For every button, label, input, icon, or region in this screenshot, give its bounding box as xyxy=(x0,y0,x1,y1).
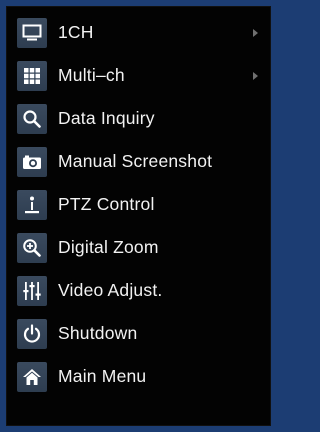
sliders-icon xyxy=(17,275,47,306)
menu-item-label: 1CH xyxy=(58,22,94,42)
menu-item-label: Digital Zoom xyxy=(58,237,159,257)
submenu-arrow-icon xyxy=(253,28,258,37)
grid-icon xyxy=(17,60,47,91)
menu-item-label: Multi–ch xyxy=(58,65,125,85)
menu-item-label: PTZ Control xyxy=(58,194,155,214)
menu-item-label: Shutdown xyxy=(58,323,138,343)
zoom-icon xyxy=(17,232,47,263)
camera-icon xyxy=(17,146,47,177)
menu-item-digital-zoom[interactable]: Digital Zoom xyxy=(7,226,270,269)
menu-item-main-menu[interactable]: Main Menu xyxy=(7,355,270,398)
power-icon xyxy=(17,318,47,349)
menu-item-ptz-control[interactable]: PTZ Control xyxy=(7,183,270,226)
menu-item-label: Main Menu xyxy=(58,366,147,386)
menu-item-manual-screenshot[interactable]: Manual Screenshot xyxy=(7,140,270,183)
menu-item-data-inquiry[interactable]: Data Inquiry xyxy=(7,97,270,140)
menu-item-1ch[interactable]: 1CH xyxy=(7,11,270,54)
monitor-icon xyxy=(17,17,47,48)
search-icon xyxy=(17,103,47,134)
home-icon xyxy=(17,361,47,392)
menu-item-shutdown[interactable]: Shutdown xyxy=(7,312,270,355)
menu-item-label: Manual Screenshot xyxy=(58,151,213,171)
context-menu: 1CH Multi–ch Data Inquiry Manual Screens… xyxy=(6,6,271,426)
menu-item-video-adjust[interactable]: Video Adjust. xyxy=(7,269,270,312)
menu-item-label: Data Inquiry xyxy=(58,108,155,128)
menu-item-multi-ch[interactable]: Multi–ch xyxy=(7,54,270,97)
menu-item-label: Video Adjust. xyxy=(58,280,163,300)
submenu-arrow-icon xyxy=(253,71,258,80)
ptz-icon xyxy=(17,189,47,220)
